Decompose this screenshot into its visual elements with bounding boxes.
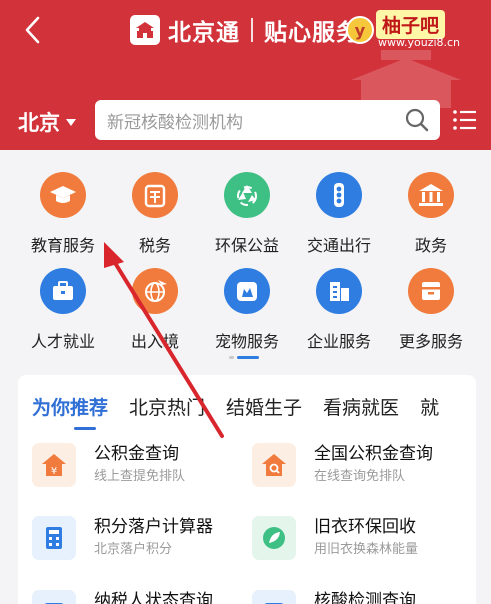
traffic-light-icon [316,172,362,218]
grid-item-environment[interactable]: 环保公益 [198,172,296,256]
service-title: 旧衣环保回收 [314,517,416,537]
grid-label: 企业服务 [306,332,371,351]
service-item-nucleic-test[interactable]: 核酸检测查询 [252,590,416,604]
grid-item-tax[interactable]: 税务 [106,172,204,256]
service-item-tax-status[interactable]: 纳税人状态查询 [32,590,213,604]
pet-icon [224,268,270,314]
service-title: 全国公积金查询 [314,444,433,464]
grid-label: 交通出行 [306,236,371,255]
service-title: 公积金查询 [94,444,179,464]
grid-item-employment[interactable]: 人才就业 [14,268,112,352]
page-dot [229,356,234,359]
service-grid: 教育服务 税务 环保公益 交通出行 政务 人才就业 出入境 宠物服务 企业服务 … [0,150,491,372]
grid-label: 环保公益 [214,236,279,255]
page-dot-active [237,356,259,359]
service-item-housing-fund[interactable]: ¥ 公积金查询 线上查提免排队 [32,443,185,487]
house-search-icon [252,443,296,487]
more-icon [408,268,454,314]
test-icon [252,590,296,604]
tax-status-icon [32,590,76,604]
tab-marriage[interactable]: 结婚生子 [226,393,302,420]
graduation-cap-icon [40,172,86,218]
recycle-icon [224,172,270,218]
service-item-national-fund[interactable]: 全国公积金查询 在线查询免排队 [252,443,433,487]
watermark-url: www.youzi8.cn [378,36,461,49]
app-header: 北京通 贴心服务 y 柚子吧 www.youzi8.cn 北京 新冠核酸检测机构 [0,0,491,150]
grid-item-immigration[interactable]: 出入境 [106,268,204,352]
building-icon [316,268,362,314]
service-subtitle: 线上查提免排队 [94,469,186,484]
grid-item-transport[interactable]: 交通出行 [290,172,388,256]
grid-label: 税务 [138,236,171,255]
svg-text:¥: ¥ [51,466,57,477]
grid-item-more[interactable]: 更多服务 [382,268,480,352]
service-title: 核酸检测查询 [314,591,416,604]
calculator-icon [32,516,76,560]
watermark-badge: y [346,16,374,44]
tax-icon [132,172,178,218]
tab-underline [74,427,96,430]
menu-list-icon[interactable] [452,106,478,134]
watermark-name: 柚子吧 [376,10,446,39]
search-icon[interactable] [402,105,432,135]
recommend-card: 为你推荐 北京热门 结婚生子 看病就医 就 ¥ 公积金查询 线上查提免排队 全国… [18,375,476,604]
category-tabs: 为你推荐 北京热门 结婚生子 看病就医 就 [32,393,460,420]
service-item-clothes-recycle[interactable]: 旧衣环保回收 用旧衣换森林能量 [252,516,418,560]
city-label: 北京 [18,111,60,135]
housing-fund-icon: ¥ [32,443,76,487]
caret-down-icon [66,118,76,126]
header-title: 北京通 贴心服务 [130,12,360,48]
app-name: 北京通 [168,20,240,46]
tab-recommend[interactable]: 为你推荐 [32,393,108,420]
service-title: 纳税人状态查询 [94,591,213,604]
search-bar[interactable]: 新冠核酸检测机构 [95,100,440,140]
leaf-icon [252,516,296,560]
grid-label: 教育服务 [30,236,95,255]
watermark: y 柚子吧 www.youzi8.cn [340,4,491,52]
grid-label: 政务 [414,236,447,255]
beijing-logo-icon [130,15,160,45]
grid-label: 宠物服务 [214,332,279,351]
grid-label: 更多服务 [398,332,463,351]
tab-employment[interactable]: 就 [420,393,439,420]
grid-item-pet[interactable]: 宠物服务 [198,268,296,352]
tab-medical[interactable]: 看病就医 [323,393,399,420]
government-icon [408,172,454,218]
service-subtitle: 北京落户积分 [94,542,173,557]
tab-beijing-hot[interactable]: 北京热门 [129,393,205,420]
service-item-points-calculator[interactable]: 积分落户计算器 北京落户积分 [32,516,213,560]
back-icon[interactable] [22,14,46,46]
globe-plane-icon [132,268,178,314]
grid-item-enterprise[interactable]: 企业服务 [290,268,388,352]
grid-item-education[interactable]: 教育服务 [14,172,112,256]
city-selector[interactable]: 北京 [18,107,76,137]
grid-item-government[interactable]: 政务 [382,172,480,256]
page-indicator [229,356,259,359]
grid-label: 出入境 [130,332,179,351]
briefcase-icon [40,268,86,314]
grid-label: 人才就业 [30,332,95,351]
service-subtitle: 用旧衣换森林能量 [314,542,419,557]
service-title: 积分落户计算器 [94,517,213,537]
search-input[interactable]: 新冠核酸检测机构 [107,108,402,133]
service-subtitle: 在线查询免排队 [314,469,406,484]
title-divider [251,18,253,42]
